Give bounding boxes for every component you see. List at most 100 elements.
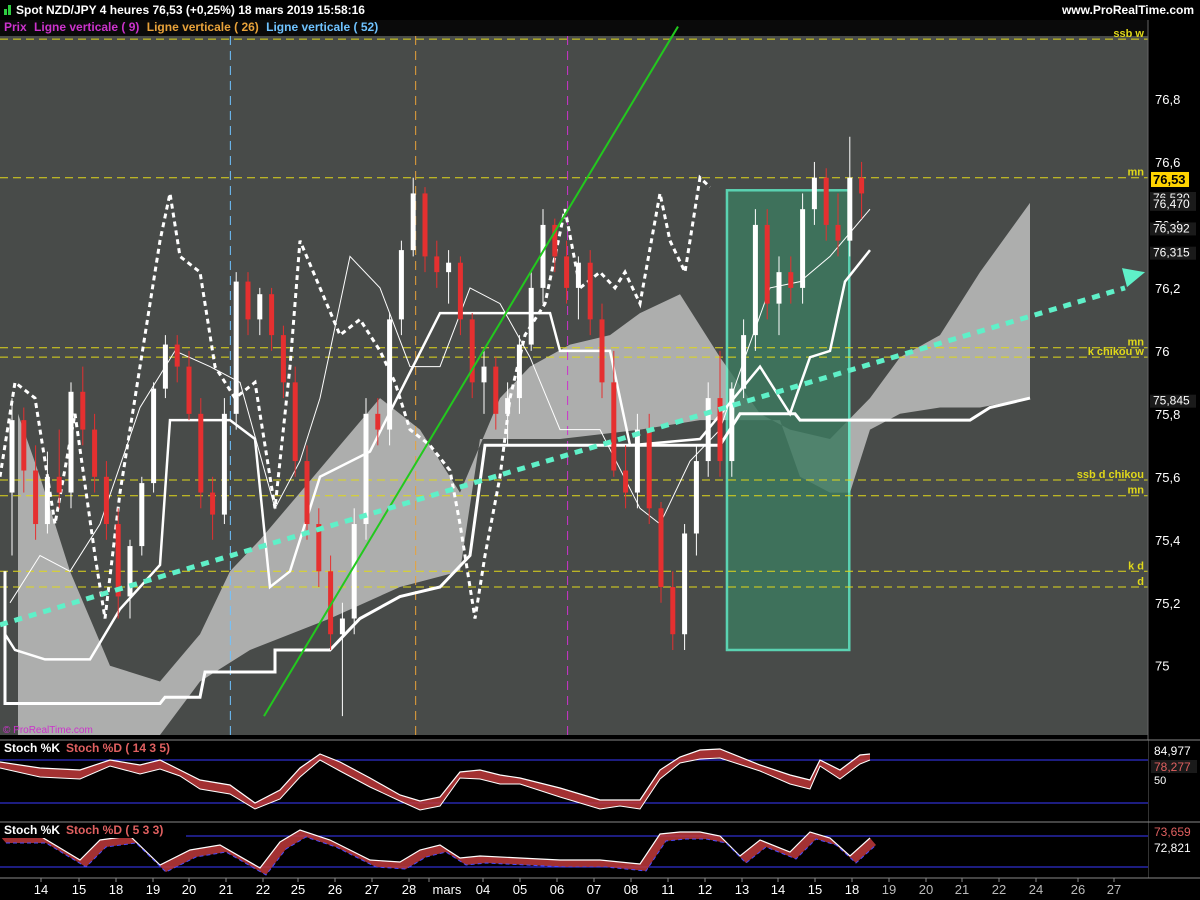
- candle-body: [363, 413, 369, 525]
- x-tick-label: 12: [698, 882, 712, 897]
- candle-body: [623, 470, 629, 493]
- candle-body: [764, 224, 770, 304]
- candle-body: [186, 366, 192, 414]
- level-label-k-d: k d: [1128, 560, 1144, 572]
- candle-body: [859, 177, 865, 194]
- x-tick-label: 13: [735, 882, 749, 897]
- x-tick-label: 28: [402, 882, 416, 897]
- candle-body: [705, 398, 711, 462]
- x-tick-label: 15: [72, 882, 86, 897]
- x-tick-label: 21: [219, 882, 233, 897]
- candle-body: [257, 294, 263, 320]
- candle-body: [139, 483, 145, 547]
- candle-body: [56, 476, 62, 493]
- candle-body: [457, 262, 463, 320]
- candle-body: [304, 461, 310, 525]
- stoch-14-3-5-k-value: 84,977: [1154, 744, 1191, 758]
- candle-body: [693, 461, 699, 534]
- candle-body: [516, 344, 522, 399]
- candle-body: [92, 429, 98, 477]
- level-label-k-chikou-w: k chikou w: [1088, 346, 1145, 358]
- x-tick-label: 26: [328, 882, 342, 897]
- x-tick-label: 15: [808, 882, 822, 897]
- x-tick-label: mars: [433, 882, 462, 897]
- candle-body: [174, 344, 180, 367]
- x-tick-label: 07: [587, 882, 601, 897]
- x-tick-label: 21: [955, 882, 969, 897]
- candle-body: [210, 492, 216, 515]
- x-tick-label: 14: [34, 882, 48, 897]
- x-tick-label: 18: [845, 882, 859, 897]
- legend-vline-9[interactable]: Ligne verticale ( 9): [34, 20, 139, 34]
- candle-body: [752, 224, 758, 336]
- candle-body: [68, 391, 74, 493]
- candle-body: [103, 476, 109, 525]
- y-tick-label: 75,2: [1155, 596, 1180, 611]
- level-label-d: d: [1137, 576, 1144, 588]
- y-tick-label: 75,6: [1155, 470, 1180, 485]
- x-tick-label: 19: [146, 882, 160, 897]
- stoch-5-3-3-d-value: 73,659: [1154, 825, 1191, 839]
- candle-body: [375, 413, 381, 430]
- candle-body: [493, 366, 499, 414]
- candle-body: [410, 193, 416, 251]
- price-label: 75,845: [1153, 394, 1190, 408]
- legend-prix[interactable]: Prix: [4, 20, 27, 34]
- candle-body: [292, 382, 298, 462]
- legend-vline-52[interactable]: Ligne verticale ( 52): [266, 20, 378, 34]
- candle-body: [587, 262, 593, 320]
- x-tick-label: 22: [992, 882, 1006, 897]
- stoch-14-3-5-d-value: 78,277: [1154, 760, 1191, 774]
- candle-body: [575, 262, 581, 288]
- price-label: 76,470: [1153, 197, 1190, 211]
- candle-body: [646, 429, 652, 509]
- candle-body: [823, 177, 829, 225]
- candle-body: [670, 587, 676, 635]
- chart-canvas: ssb wmnmnk chikou wssb d chikoumnk dd76,…: [0, 20, 1200, 900]
- stoch-14-3-5-d-label: Stoch %D ( 14 3 5): [66, 741, 170, 755]
- candle-body: [741, 335, 747, 389]
- candle-body: [351, 524, 357, 619]
- x-tick-label: 06: [550, 882, 564, 897]
- candle-body: [847, 177, 853, 241]
- x-tick-label: 04: [476, 882, 490, 897]
- y-axis-panel: [1148, 20, 1200, 735]
- x-tick-label: 20: [919, 882, 933, 897]
- candle-body: [658, 508, 664, 588]
- candle-body: [682, 533, 688, 635]
- x-tick-label: 20: [182, 882, 196, 897]
- candle-body: [115, 524, 121, 597]
- watermark: © ProRealTime.com: [3, 725, 93, 736]
- legend-vline-26[interactable]: Ligne verticale ( 26): [147, 20, 259, 34]
- x-tick-label: 27: [365, 882, 379, 897]
- candle-body: [398, 250, 404, 320]
- x-tick-label: 24: [1029, 882, 1043, 897]
- x-tick-label: 26: [1071, 882, 1085, 897]
- level-label-ssb-w: ssb w: [1113, 28, 1144, 40]
- candle-body: [233, 281, 239, 414]
- candle-body: [564, 256, 570, 288]
- candle-body: [611, 382, 617, 471]
- candle-body: [198, 413, 204, 493]
- y-tick-label: 76,6: [1155, 155, 1180, 170]
- candle-body: [151, 388, 157, 484]
- candle-body: [387, 319, 393, 430]
- y-tick-label: 75,4: [1155, 533, 1180, 548]
- stoch-14-3-5-tick: 50: [1154, 775, 1166, 787]
- candle-body: [80, 391, 86, 430]
- candle-body: [835, 224, 841, 241]
- candle-body: [33, 470, 39, 525]
- x-tick-label: 08: [624, 882, 638, 897]
- y-tick-label: 75: [1155, 659, 1169, 674]
- candle-body: [162, 344, 168, 389]
- candle-body: [505, 398, 511, 414]
- candle-body: [44, 476, 50, 525]
- x-tick-label: 14: [771, 882, 785, 897]
- candle-body: [729, 388, 735, 462]
- candle-body: [481, 366, 487, 383]
- x-tick-label: 19: [882, 882, 896, 897]
- price-label: 76,392: [1153, 221, 1190, 235]
- price-label: 76,315: [1153, 246, 1190, 260]
- candle-body: [540, 224, 546, 288]
- candle-body: [127, 546, 133, 597]
